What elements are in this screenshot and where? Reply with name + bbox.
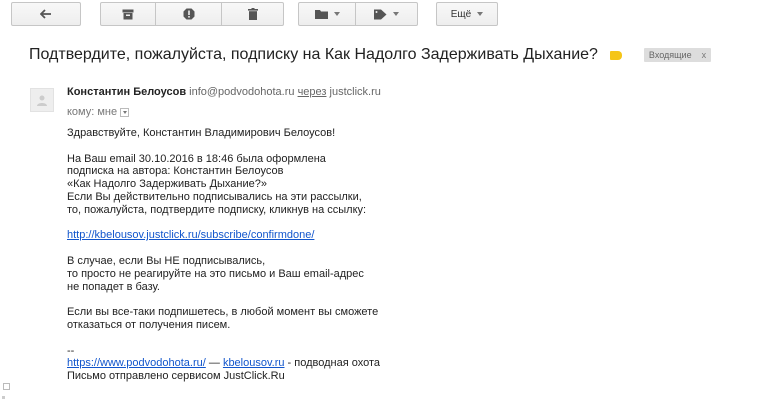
chevron-down-icon	[333, 12, 340, 16]
body-line: Если Вы действительно подписывались на э…	[67, 190, 362, 203]
toolbar: Ещё	[0, 0, 768, 30]
chevron-down-icon	[393, 12, 399, 16]
sender-row: Константин Белоусов info@podvodohota.ru …	[67, 86, 381, 98]
back-button[interactable]	[11, 2, 81, 26]
body-line: Если вы все-таки подпишетесь, в любой мо…	[67, 306, 379, 319]
folder-icon	[314, 9, 328, 19]
side-icon	[3, 383, 10, 390]
more-button[interactable]: Ещё	[436, 2, 498, 26]
importance-marker[interactable]	[609, 50, 622, 60]
signature-suffix: - подводная охота	[284, 357, 381, 370]
move-to-button[interactable]	[298, 2, 356, 26]
chevron-down-icon	[122, 110, 127, 114]
recipient-row: кому: мне	[67, 106, 130, 118]
trash-icon	[247, 8, 258, 20]
report-spam-icon	[183, 8, 195, 20]
greeting: Здравствуйте, Константин Владимирович Бе…	[67, 127, 336, 139]
body-line: то просто не реагируйте на это письмо и …	[67, 267, 364, 280]
inbox-label-text: Входящие	[648, 50, 692, 60]
archive-icon	[122, 9, 134, 20]
body-line: подписка на автора: Константин Белоусов	[67, 165, 284, 178]
subject-row: Подтвердите, пожалуйста, подписку на Как…	[29, 44, 712, 66]
via-link[interactable]: через	[298, 86, 327, 98]
body-line: не попадет в базу.	[67, 280, 160, 293]
body-line: отказаться от получения писем.	[67, 318, 231, 331]
archive-button[interactable]	[100, 2, 156, 26]
body-line: В случае, если Вы НЕ подписывались,	[67, 254, 266, 267]
sender-email: info@podvodohota.ru	[189, 86, 295, 98]
inbox-label-badge[interactable]: Входящие x	[643, 48, 712, 62]
signature-line: https://www.podvodohota.ru/ — kbelousov.…	[67, 357, 687, 370]
arrow-left-icon	[40, 9, 52, 19]
remove-label-button[interactable]: x	[702, 48, 707, 62]
signature-footer: Письмо отправлено сервисом JustClick.Ru	[67, 370, 285, 383]
signature-dash: —	[205, 357, 223, 370]
via-domain: justclick.ru	[329, 86, 381, 98]
corner-dot	[2, 396, 5, 399]
more-label: Ещё	[450, 8, 472, 20]
body-line: то, пожалуйста, подтвердите подписку, кл…	[67, 203, 367, 216]
labels-button[interactable]	[356, 2, 418, 26]
message-body: Здравствуйте, Константин Владимирович Бе…	[67, 127, 687, 383]
body-line: «Как Надолго Задерживать Дыхание?»	[67, 178, 267, 191]
confirm-subscription-link[interactable]: http://kbelousov.justclick.ru/subscribe/…	[67, 229, 314, 241]
recipient-label: кому: мне	[67, 106, 118, 118]
chevron-down-icon	[477, 12, 484, 16]
body-line: На Ваш email 30.10.2016 в 18:46 была офо…	[67, 152, 326, 165]
tag-icon	[374, 9, 387, 20]
delete-button[interactable]	[222, 2, 284, 26]
avatar	[30, 88, 54, 112]
signature-separator: --	[67, 344, 75, 357]
person-icon	[37, 95, 47, 106]
show-details-button[interactable]	[120, 107, 130, 117]
sender-name[interactable]: Константин Белоусов	[67, 86, 186, 98]
author-link[interactable]: kbelousov.ru	[223, 357, 285, 369]
email-subject: Подтвердите, пожалуйста, подписку на Как…	[29, 46, 598, 63]
site-link[interactable]: https://www.podvodohota.ru/	[67, 357, 206, 369]
report-spam-button[interactable]	[156, 2, 222, 26]
